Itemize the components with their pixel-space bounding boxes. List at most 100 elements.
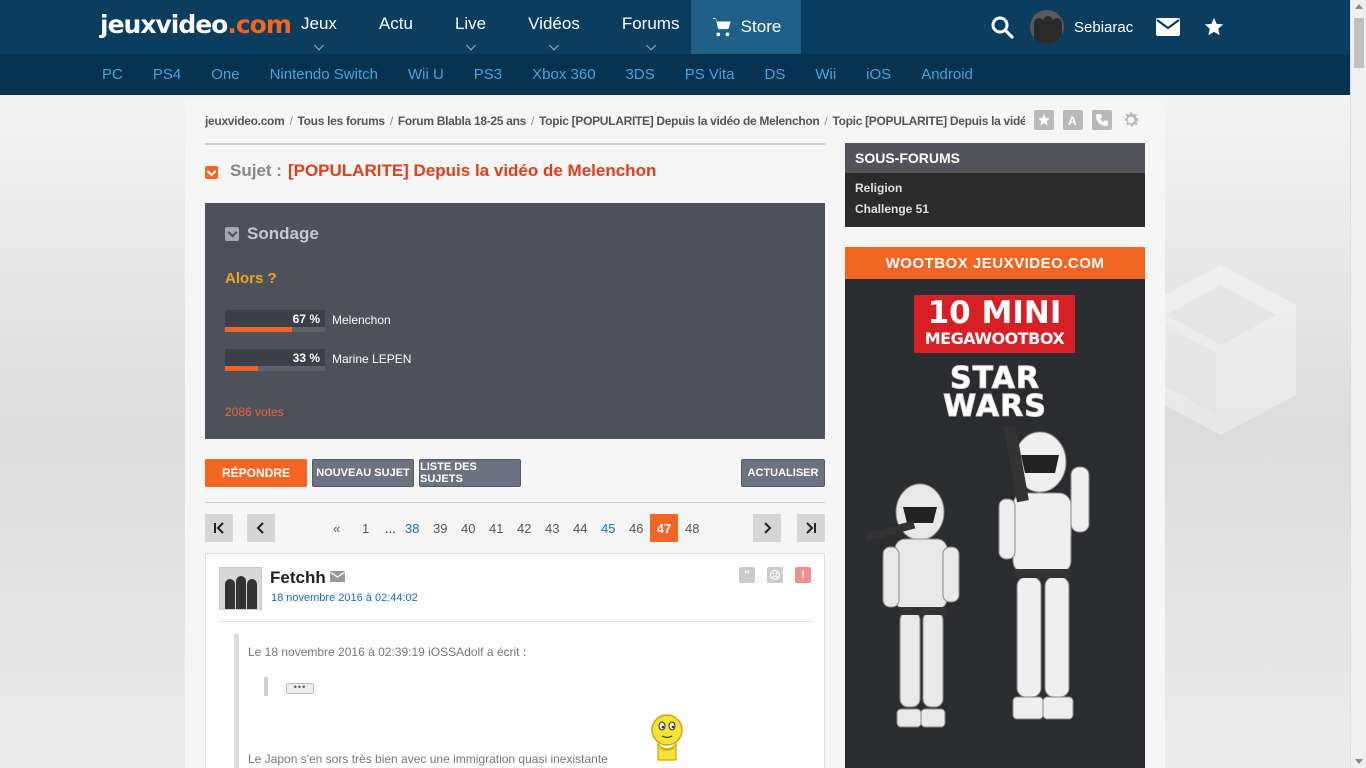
breadcrumb-topic[interactable]: Topic [POPULARITE] Depuis la vidéo de Me… — [539, 114, 820, 128]
subnav-android[interactable]: Android — [921, 66, 973, 83]
nav-store[interactable]: Store — [691, 0, 801, 54]
poll-question: Alors ? — [225, 270, 277, 287]
background-cube-decoration — [1146, 265, 1296, 435]
subnav-one[interactable]: One — [211, 66, 239, 83]
subforums-title: SOUS-FORUMS — [845, 143, 1145, 173]
reply-button[interactable]: RÉPONDRE — [205, 459, 307, 487]
favorites-star-icon[interactable] — [1203, 16, 1225, 38]
page-link[interactable]: 38 — [405, 521, 419, 536]
scroll-up-icon[interactable] — [1355, 4, 1363, 9]
top-navbar: jeuxvideo.com Jeux Actu Live Vidéos Foru… — [0, 0, 1350, 54]
page-link[interactable]: 45 — [601, 521, 615, 536]
subnav-psvita[interactable]: PS Vita — [685, 66, 735, 83]
breadcrumb: jeuxvideo.com / Tous les forums / Forum Blab… — [205, 114, 1025, 128]
breadcrumb-all-forums[interactable]: Tous les forums — [298, 114, 386, 128]
divider — [205, 502, 825, 503]
page-link[interactable]: 40 — [461, 521, 475, 536]
star-icon — [1038, 114, 1050, 126]
chevron-down-icon — [465, 40, 476, 51]
page-link[interactable]: 43 — [545, 521, 559, 536]
first-page-button[interactable] — [205, 514, 233, 542]
nav-jeux[interactable]: Jeux — [280, 0, 358, 54]
page-link[interactable]: 46 — [629, 521, 643, 536]
user-area: Sebiarac — [990, 0, 1225, 54]
forum-post: Fetchh 18 novembre 2016 à 02:44:02 " ☹ !… — [205, 553, 825, 768]
poll-answer-row: 67 % Melenchon — [225, 310, 391, 332]
advertisement[interactable]: WOOTBOX JEUXVIDEO.COM 10 MINI MEGAWOOTBO… — [845, 247, 1145, 768]
page-link[interactable]: 42 — [517, 521, 531, 536]
breadcrumb-current: Topic [POPULARITE] Depuis la vidéo de Me… — [832, 114, 1025, 128]
collapse-toggle-icon[interactable] — [225, 227, 239, 241]
expand-quote-button[interactable]: ••• — [286, 683, 314, 694]
subnav-ios[interactable]: iOS — [866, 66, 891, 83]
subnav-xbox360[interactable]: Xbox 360 — [532, 66, 595, 83]
last-page-button[interactable] — [797, 514, 825, 542]
quote-icon[interactable]: " — [739, 567, 755, 583]
page-link[interactable]: 39 — [433, 521, 447, 536]
mail-icon[interactable] — [1155, 17, 1181, 37]
nav-videos[interactable]: Vidéos — [507, 0, 601, 54]
page-link[interactable]: 44 — [573, 521, 587, 536]
subnav-wiiu[interactable]: Wii U — [408, 66, 444, 83]
quote-header: Le 18 novembre 2016 à 02:39:19 iOSSAdolf… — [248, 645, 527, 659]
subnav-ps3[interactable]: PS3 — [474, 66, 502, 83]
nested-quote-bar — [264, 677, 268, 696]
user-avatar[interactable] — [1030, 10, 1064, 44]
new-topic-button[interactable]: NOUVEAU SUJET — [312, 459, 414, 487]
nav-actu[interactable]: Actu — [358, 0, 434, 54]
subforum-link[interactable]: Challenge 51 — [845, 202, 1145, 216]
page-link[interactable]: 48 — [685, 521, 699, 536]
subforum-link[interactable]: Religion — [845, 181, 1145, 195]
breadcrumb-forum[interactable]: Forum Blabla 18-25 ans — [398, 114, 526, 128]
page-link[interactable]: 1 — [362, 521, 369, 536]
page-link[interactable]: 41 — [489, 521, 503, 536]
divider — [219, 621, 813, 622]
poll-answer-label: Marine LEPEN — [332, 352, 412, 366]
gear-icon — [1125, 112, 1139, 127]
report-icon[interactable]: ! — [795, 567, 811, 583]
settings-button[interactable] — [1121, 110, 1141, 130]
collapse-toggle-icon[interactable] — [205, 165, 218, 179]
pagination: « 1 ... 38 39 40 41 42 43 44 45 46 47 48 — [205, 514, 825, 542]
divider — [205, 143, 825, 145]
prev-page-button[interactable] — [247, 514, 275, 542]
subnav-ps4[interactable]: PS4 — [153, 66, 181, 83]
pager-ellipsis: ... — [385, 521, 396, 536]
nav-live[interactable]: Live — [434, 0, 507, 54]
author-avatar[interactable] — [219, 567, 262, 610]
topic-list-button[interactable]: LISTE DES SUJETS — [419, 459, 521, 487]
main-nav: Jeux Actu Live Vidéos Forums — [280, 0, 700, 54]
mail-icon[interactable] — [330, 571, 345, 582]
poll-header[interactable]: Sondage — [225, 224, 319, 244]
subnav-3ds[interactable]: 3DS — [626, 66, 655, 83]
smiley-icon — [651, 714, 683, 761]
site-logo[interactable]: jeuxvideo.com — [100, 10, 292, 39]
scroll-down-icon[interactable] — [1355, 759, 1363, 764]
subnav-switch[interactable]: Nintendo Switch — [270, 66, 378, 83]
pager-prev-marker[interactable]: « — [333, 521, 340, 536]
refresh-button[interactable]: ACTUALISER — [741, 459, 825, 487]
post-date[interactable]: 18 novembre 2016 à 02:44:02 — [271, 592, 418, 604]
next-page-button[interactable] — [753, 514, 781, 542]
post-author[interactable]: Fetchh — [270, 568, 326, 588]
subnav-pc[interactable]: PC — [102, 66, 123, 83]
font-size-button[interactable]: A — [1063, 110, 1083, 130]
alert-topic-button[interactable] — [1092, 110, 1112, 130]
frown-icon[interactable]: ☹ — [767, 567, 783, 583]
last-page-icon — [806, 522, 816, 534]
username[interactable]: Sebiarac — [1074, 19, 1133, 36]
chevron-down-icon — [645, 40, 656, 51]
subnav-wii[interactable]: Wii — [815, 66, 836, 83]
font-icon: A — [1068, 114, 1077, 127]
post-actions: " ☹ ! — [739, 567, 811, 583]
scroll-thumb[interactable] — [1354, 18, 1364, 68]
favorite-topic-button[interactable] — [1034, 110, 1054, 130]
chevron-down-icon — [314, 40, 324, 51]
page-scrollbar[interactable] — [1350, 0, 1366, 768]
nav-forums[interactable]: Forums — [601, 0, 701, 54]
ad-brand-line: WARS — [943, 389, 1047, 424]
breadcrumb-home[interactable]: jeuxvideo.com — [205, 114, 285, 128]
first-page-icon — [214, 522, 224, 534]
subnav-ds[interactable]: DS — [765, 66, 786, 83]
search-icon[interactable] — [990, 15, 1014, 39]
